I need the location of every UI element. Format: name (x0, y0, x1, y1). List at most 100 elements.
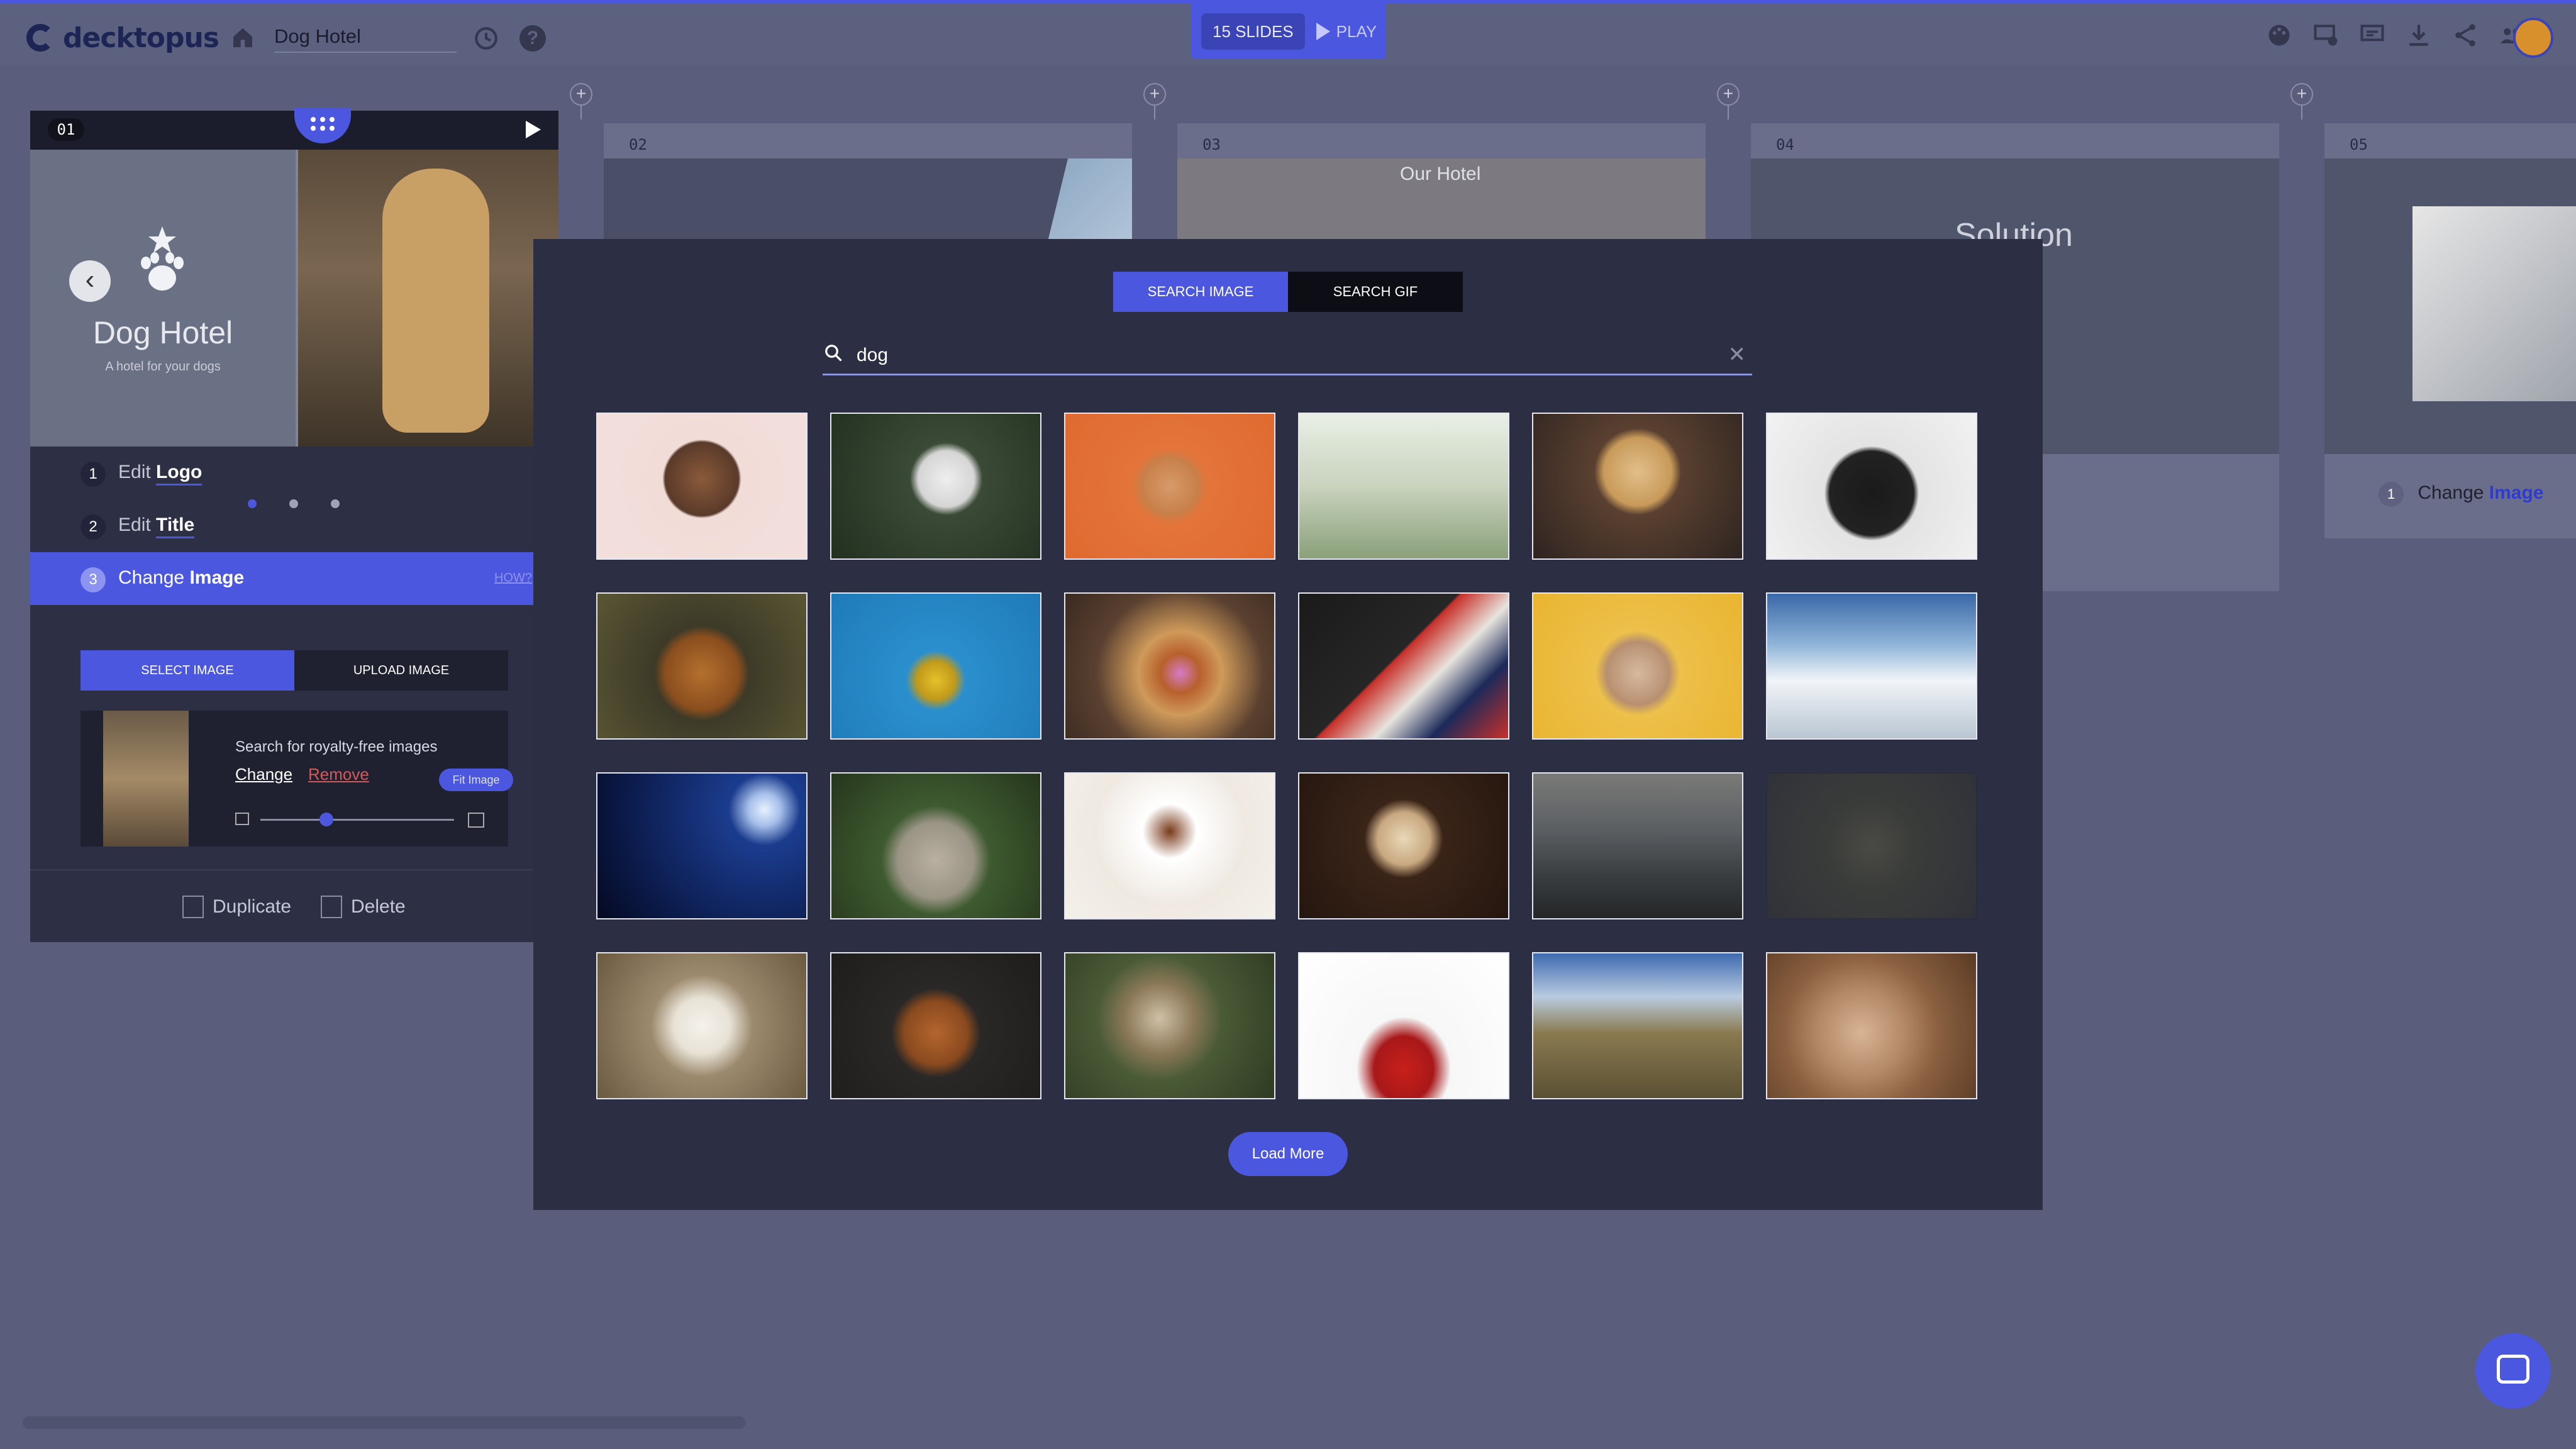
image-result-golden-flower[interactable] (1532, 413, 1743, 560)
step-number: 1 (2379, 482, 2404, 507)
step-change-image[interactable]: 3 Change Image HOW? (30, 552, 558, 605)
fit-image-button[interactable]: Fit Image (439, 769, 513, 791)
image-result-golden-pink-flower[interactable] (1064, 592, 1275, 740)
image-result-frenchie-cushion[interactable] (1298, 952, 1509, 1099)
zoom-in-icon (468, 813, 484, 828)
image-result-dark-sketch[interactable] (1766, 772, 1977, 919)
top-toolbar: decktopus Dog Hotel ? 15 SLIDES PLAY (0, 0, 2576, 65)
preview-text-area (30, 150, 296, 447)
image-result-cat-and-dog[interactable] (1064, 952, 1275, 1099)
image-result-spaniel-forest[interactable] (596, 592, 808, 740)
step-edit-title[interactable]: 2 Edit Title (30, 499, 558, 552)
share-icon[interactable] (2451, 21, 2479, 49)
home-icon[interactable] (230, 25, 255, 50)
image-result-vizsla[interactable] (830, 952, 1041, 1099)
play-button[interactable]: PLAY (1316, 22, 1377, 42)
image-result-night-sky[interactable] (596, 772, 808, 919)
play-slide-icon[interactable] (526, 121, 541, 138)
change-image-link[interactable]: Change (235, 765, 292, 784)
current-image-thumbnail[interactable] (103, 711, 189, 847)
user-avatar[interactable] (2513, 18, 2553, 58)
load-more-button[interactable]: Load More (1228, 1132, 1348, 1176)
brand-name: decktopus (63, 21, 219, 54)
image-result-dog-beach[interactable] (1766, 592, 1977, 740)
play-icon (1316, 23, 1330, 40)
step-object: Image (2489, 482, 2544, 503)
search-input[interactable] (855, 341, 1675, 370)
dog-photo-subject (382, 169, 489, 433)
image-result-black-pug[interactable] (1766, 413, 1977, 560)
drag-handle[interactable] (294, 108, 351, 143)
slide-editor-panel: 01 Dog Hotel A hotel for your dogs ‹ › 1… (30, 108, 558, 942)
image-search-modal: SEARCH IMAGE SEARCH GIF ✕ (533, 239, 2043, 1210)
toolbar-actions (2265, 21, 2526, 49)
comment-slides-icon[interactable] (2358, 21, 2386, 49)
slide-card-05[interactable]: 05 1 Change Image (2324, 123, 2576, 538)
document-title-input[interactable]: Dog Hotel (274, 23, 457, 53)
image-result-frenchie-sleeping[interactable] (1766, 952, 1977, 1099)
help-icon[interactable]: ? (519, 25, 546, 52)
image-result-frenchie-yellow[interactable] (1532, 592, 1743, 740)
image-result-two-dogs[interactable] (1298, 413, 1509, 560)
tab-select-image[interactable]: SELECT IMAGE (80, 650, 294, 691)
horizontal-scrollbar[interactable] (23, 1416, 746, 1429)
zoom-out-icon (235, 813, 249, 825)
remove-image-link[interactable]: Remove (308, 765, 369, 784)
slide-subtitle[interactable]: A hotel for your dogs (30, 360, 296, 374)
present-settings-icon[interactable] (2312, 21, 2340, 49)
image-result-cavalier[interactable] (1064, 772, 1275, 919)
insert-slide-button[interactable]: + (2290, 83, 2313, 106)
search-type-tabs: SEARCH IMAGE SEARCH GIF (1113, 272, 1463, 312)
brand-logo[interactable]: decktopus (26, 19, 219, 57)
slide-preview: Dog Hotel A hotel for your dogs ‹ › (30, 150, 558, 447)
tab-search-gif[interactable]: SEARCH GIF (1288, 272, 1463, 312)
image-result-people-with-dog[interactable] (1532, 772, 1743, 919)
image-result-corgi[interactable] (1064, 413, 1275, 560)
insert-slide-button[interactable]: + (1717, 83, 1740, 106)
delete-button[interactable]: Delete (321, 896, 406, 918)
image-result-jack-russell[interactable] (596, 413, 808, 560)
duplicate-button[interactable]: Duplicate (182, 896, 291, 918)
image-result-white-puppy[interactable] (830, 413, 1041, 560)
image-result-white-lab-puppy[interactable] (596, 952, 808, 1099)
zoom-slider-track[interactable] (260, 819, 454, 821)
prev-layout-button[interactable]: ‹ (69, 260, 111, 302)
download-icon[interactable] (2405, 21, 2433, 49)
step-label: Edit Title (118, 514, 195, 538)
chat-icon (2497, 1355, 2529, 1384)
search-icon (825, 345, 842, 362)
slide-thumbnail (2324, 158, 2576, 454)
history-icon[interactable] (473, 25, 499, 52)
editor-header: 01 (30, 108, 558, 150)
image-result-mountain-landscape[interactable] (1532, 952, 1743, 1099)
image-result-frenchie-sweater[interactable] (830, 592, 1041, 740)
search-royalty-free-text: Search for royalty-free images (235, 738, 438, 755)
image-result-pug-blanket[interactable] (830, 772, 1041, 919)
insert-pin-line (1154, 106, 1155, 119)
zoom-slider-knob[interactable] (319, 813, 333, 826)
slide-heading: Our Hotel (1400, 164, 1481, 184)
palette-icon[interactable] (2265, 21, 2293, 49)
tab-search-image[interactable]: SEARCH IMAGE (1113, 272, 1288, 312)
slide-step[interactable]: 1 Change Image (2379, 482, 2544, 507)
step-label: Edit Logo (118, 462, 203, 486)
slide-number-badge: 01 (48, 118, 84, 141)
image-result-dog-striped-shirt[interactable] (1298, 592, 1509, 740)
step-label: Change Image (118, 567, 245, 588)
image-result-pug-floor[interactable] (1298, 772, 1509, 919)
tab-upload-image[interactable]: UPLOAD IMAGE (294, 650, 508, 691)
slide-title[interactable]: Dog Hotel (30, 314, 296, 351)
step-edit-logo[interactable]: 1 Edit Logo (30, 447, 558, 499)
insert-pin-line (580, 106, 582, 119)
insert-slide-button[interactable]: + (570, 83, 592, 106)
chat-support-button[interactable] (2475, 1333, 2551, 1409)
clear-search-icon[interactable]: ✕ (1728, 342, 1746, 367)
dog-hotel-logo (141, 226, 184, 291)
how-link[interactable]: HOW? (494, 571, 532, 586)
insert-slide-button[interactable]: + (1143, 83, 1166, 106)
search-bar: ✕ (823, 337, 1752, 375)
play-label: PLAY (1336, 21, 1377, 41)
insert-pin-line (2301, 106, 2302, 119)
slide-number: 04 (1776, 136, 1794, 153)
slides-count-button[interactable]: 15 SLIDES (1201, 13, 1305, 50)
